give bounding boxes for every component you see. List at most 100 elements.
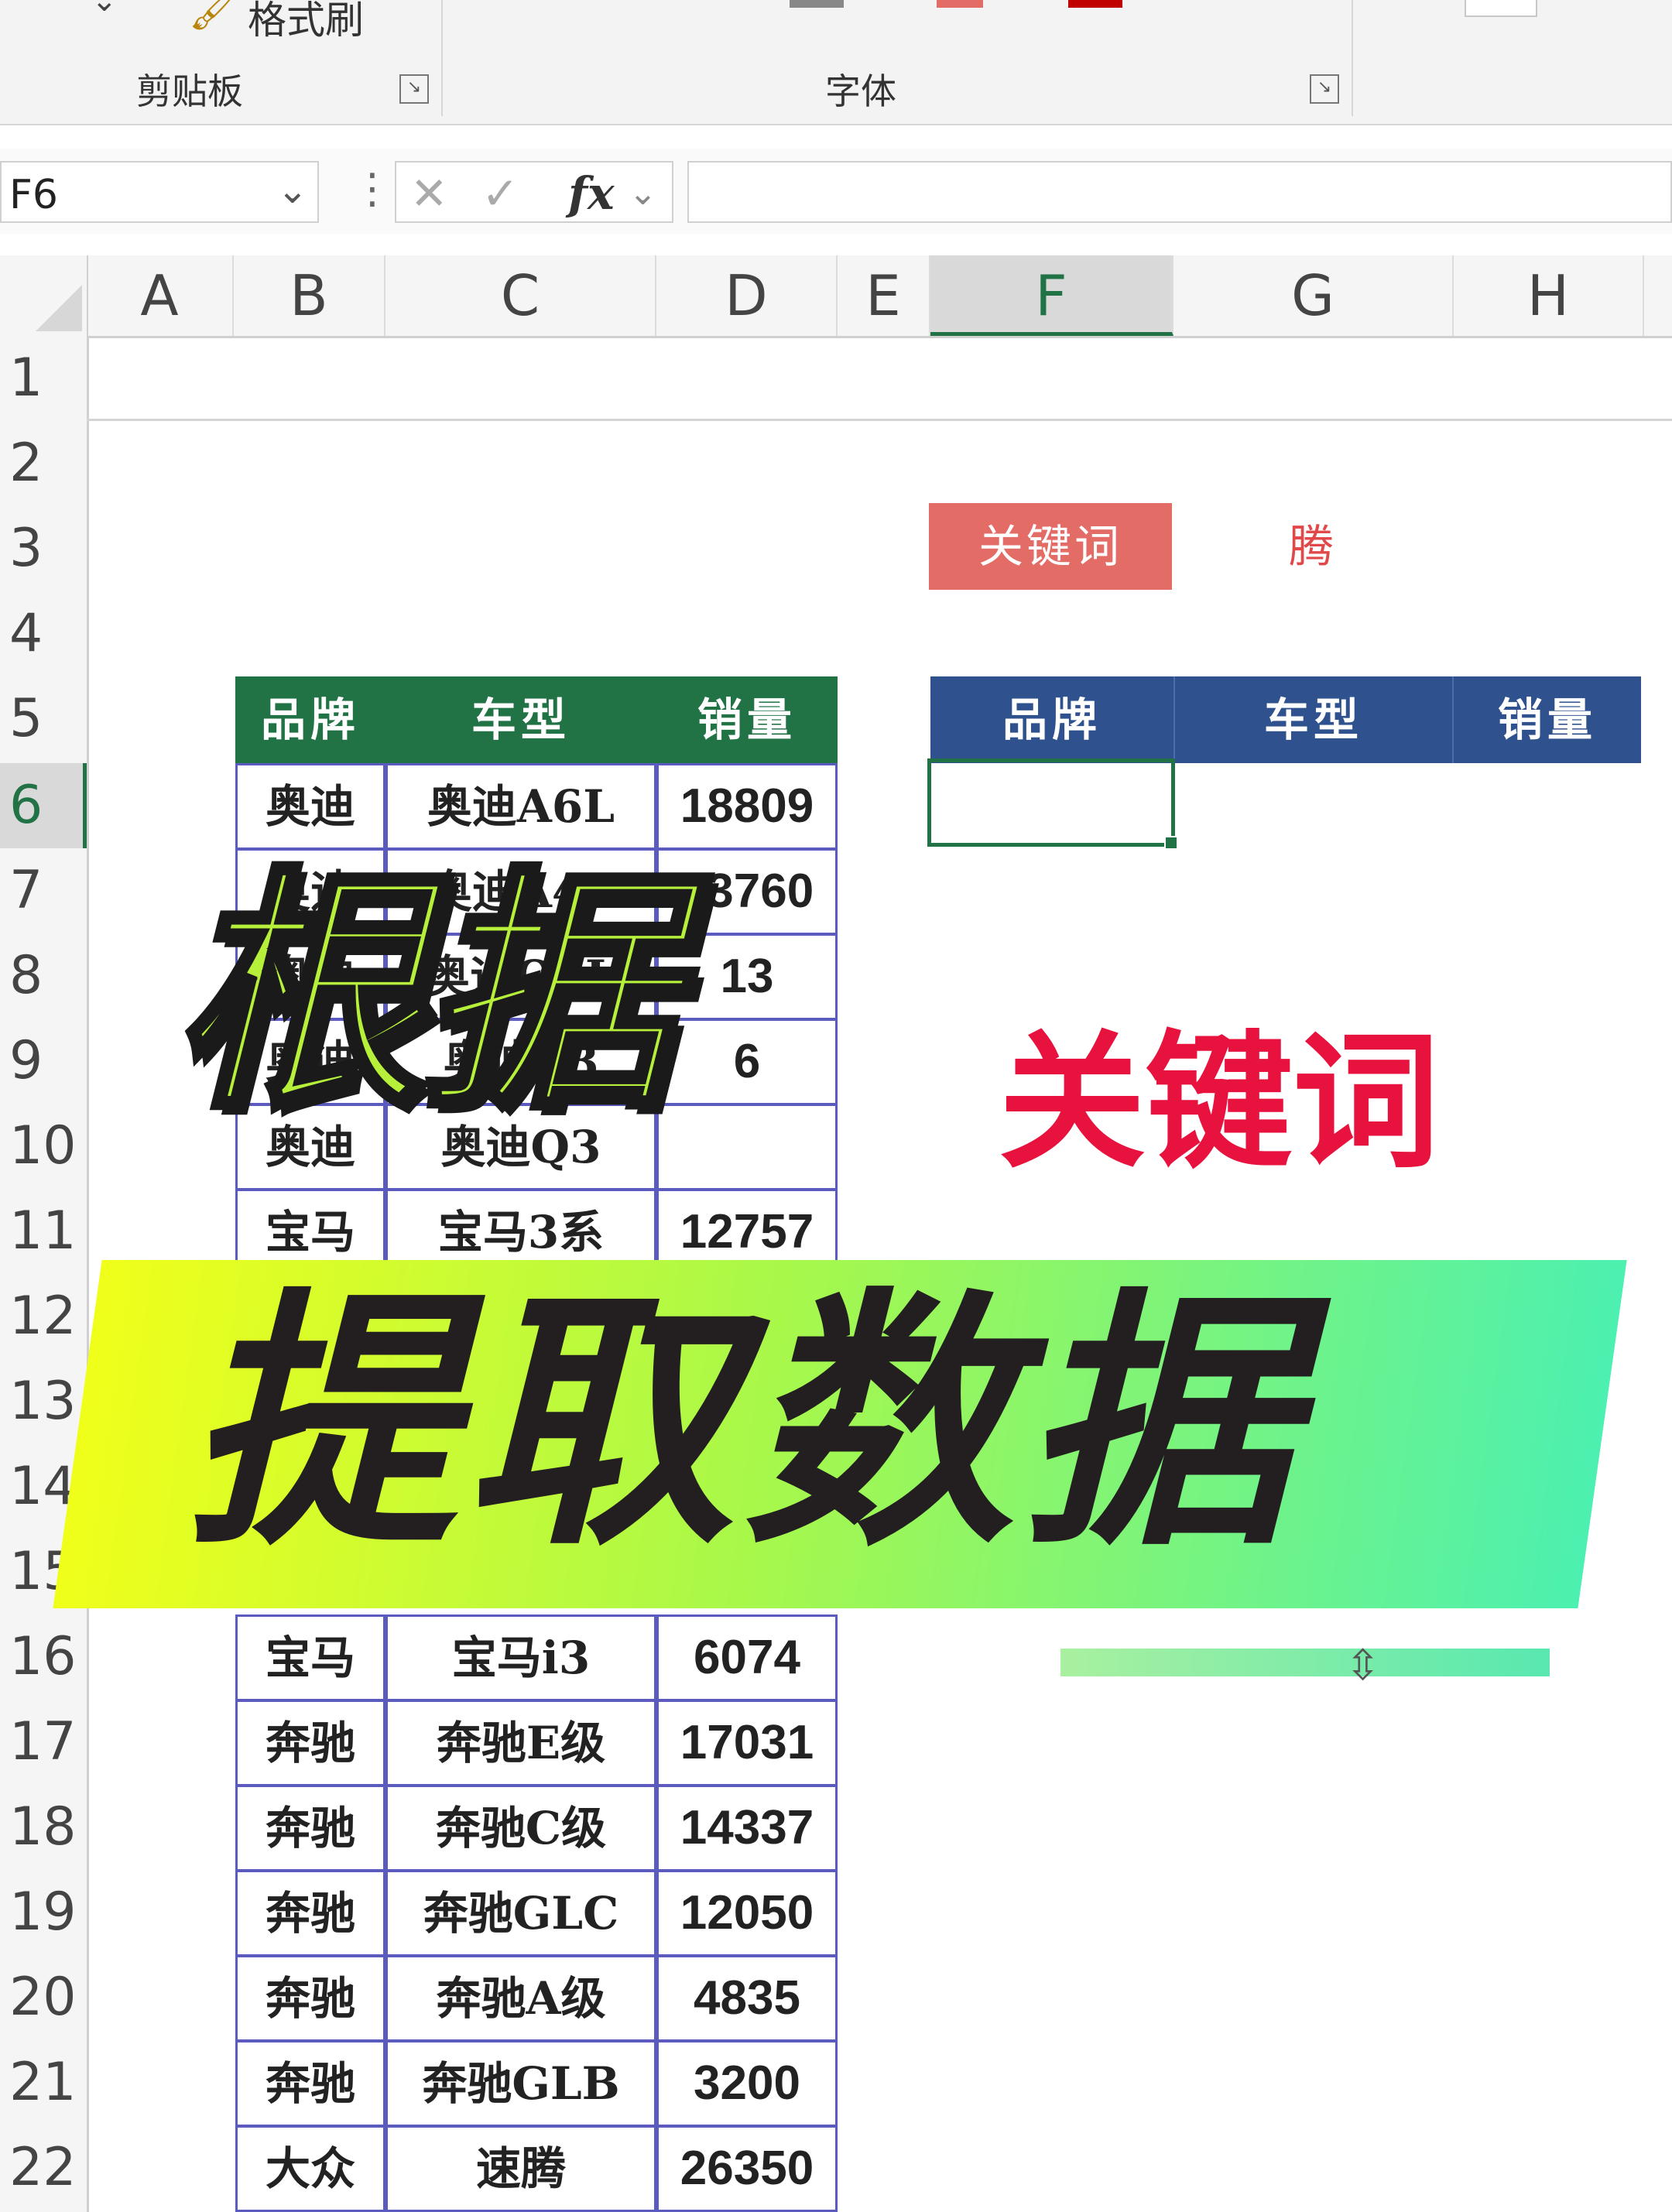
source-cell-sales[interactable]: 13 [656,933,838,1020]
source-cell-model[interactable]: 奔驰GLC [385,1870,656,1957]
source-cell-sales[interactable]: 26350 [656,2125,838,2212]
source-cell-brand[interactable]: 奔驰 [235,1785,385,1871]
clipboard-dialog-launcher-icon[interactable]: ↘ [399,74,429,104]
enter-icon[interactable]: ✓ [481,167,519,220]
format-painter-button[interactable]: 格式刷 [248,0,364,45]
row-header-11[interactable]: 11 [0,1189,87,1274]
source-cell-sales[interactable]: 13760 [656,848,838,935]
row-header-16[interactable]: 16 [0,1614,87,1700]
chevron-down-icon[interactable]: ⌄ [277,169,308,212]
formula-input[interactable] [687,161,1672,223]
ribbon-separator [441,0,443,116]
source-cell-model[interactable]: 速腾 [385,2125,656,2212]
row-1-border [87,419,1672,421]
row-header-20[interactable]: 20 [0,1955,87,2040]
source-header-brand[interactable]: 品牌 [235,676,385,763]
insert-function-button[interactable]: fx [568,167,615,220]
alignment-button[interactable] [1465,0,1537,17]
fill-handle[interactable] [1164,836,1178,850]
row-header-5[interactable]: 5 [0,676,87,762]
row-header-19[interactable]: 19 [0,1870,87,1955]
column-header-b[interactable]: B [234,255,385,336]
column-header-e[interactable]: E [838,255,930,336]
formula-buttons: ✕ ✓ fx ⌄ [395,161,673,223]
name-box[interactable]: F6 ⌄ [0,161,319,223]
font-color-swatch[interactable] [790,0,844,8]
cursor-icon: ⇳ [1345,1641,1381,1690]
source-cell-sales[interactable]: 4835 [656,1955,838,2042]
source-cell-brand[interactable]: 奔驰 [235,1870,385,1957]
row-header-1[interactable]: 1 [0,336,87,421]
result-header-sales[interactable]: 销量 [1452,676,1641,763]
source-cell-model[interactable]: 宝马i3 [385,1614,656,1701]
decorative-bar [1060,1649,1550,1676]
source-cell-sales[interactable]: 12050 [656,1870,838,1957]
source-cell-sales[interactable]: 14337 [656,1785,838,1871]
keyword-label[interactable]: 关键词 [929,503,1172,590]
row-header-4[interactable]: 4 [0,591,87,676]
font-dialog-launcher-icon[interactable]: ↘ [1310,74,1339,104]
row-header-2[interactable]: 2 [0,421,87,506]
row-header-8[interactable]: 8 [0,933,87,1019]
select-all-button[interactable] [0,255,88,336]
row-headers: 1 2 3 4 5 6 7 8 9 10 11 12 13 14 15 16 17 18 19 20 21 22 [0,336,89,2212]
ribbon-separator [1352,0,1353,116]
source-cell-brand[interactable]: 奔驰 [235,1700,385,1786]
keyword-value[interactable]: 腾 [1172,503,1451,590]
chevron-down-icon[interactable]: ⌄ [629,173,657,213]
column-header-h[interactable]: H [1454,255,1644,336]
source-header-sales[interactable]: 销量 [656,676,838,763]
title-extract-data: 提取数据 [186,1266,1300,1582]
row-header-3[interactable]: 3 [0,506,87,591]
source-cell-model[interactable]: 奥迪A6L [385,763,656,850]
source-cell-brand[interactable]: 奥迪 [235,763,385,850]
title-keyword: 关键词 [992,1017,1446,1188]
result-header-model[interactable]: 车型 [1173,676,1452,763]
row-header-6[interactable]: 6 [0,763,87,848]
fill-color-swatch[interactable] [937,0,983,8]
source-cell-brand[interactable]: 奔驰 [235,1955,385,2042]
formula-bar: F6 ⌄ ⋮ ✕ ✓ fx ⌄ [0,149,1672,234]
row-header-10[interactable]: 10 [0,1104,87,1189]
column-header-a[interactable]: A [87,255,234,336]
title-gen-ju: 根据 [169,846,678,1143]
column-header-c[interactable]: C [385,255,656,336]
result-header-brand[interactable]: 品牌 [930,676,1173,763]
text-color-swatch[interactable] [1068,0,1122,8]
row-header-17[interactable]: 17 [0,1700,87,1785]
source-cell-brand[interactable]: 宝马 [235,1614,385,1701]
row-header-21[interactable]: 21 [0,2040,87,2125]
source-cell-brand[interactable]: 大众 [235,2125,385,2212]
active-cell-f6[interactable] [927,758,1178,850]
column-headers: A B C D E F G H [0,255,1672,338]
source-header-model[interactable]: 车型 [385,676,656,763]
source-cell-sales[interactable]: 17031 [656,1700,838,1786]
source-cell-model[interactable]: 奔驰C级 [385,1785,656,1871]
cancel-icon[interactable]: ✕ [410,167,448,220]
chevron-down-icon[interactable]: ⌄ [91,0,118,19]
source-cell-model[interactable]: 奔驰GLB [385,2040,656,2127]
column-header-g[interactable]: G [1173,255,1454,336]
row-header-12[interactable]: 12 [0,1274,87,1359]
name-box-value: F6 [9,172,58,218]
source-cell-sales[interactable]: 3200 [656,2040,838,2127]
row-header-7[interactable]: 7 [0,848,87,933]
row-header-18[interactable]: 18 [0,1785,87,1870]
font-group-label: 字体 [825,70,896,112]
source-cell-sales[interactable]: 6074 [656,1614,838,1701]
source-cell-model[interactable]: 奔驰E级 [385,1700,656,1786]
clipboard-group-label: 剪贴板 [136,70,243,112]
source-cell-brand[interactable]: 奔驰 [235,2040,385,2127]
more-options-icon[interactable]: ⋮ [351,164,393,213]
format-painter-icon[interactable]: 🖌 [189,0,238,33]
source-cell-sales[interactable] [656,1104,838,1190]
column-header-f[interactable]: F [930,255,1173,336]
column-header-d[interactable]: D [656,255,838,336]
ribbon: ⌄ 🖌 格式刷 剪贴板 ↘ 字体 ↘ [0,0,1672,125]
source-cell-sales[interactable]: 18809 [656,763,838,850]
source-cell-model[interactable]: 奔驰A级 [385,1955,656,2042]
source-cell-sales[interactable]: 6 [656,1019,838,1105]
row-header-13[interactable]: 13 [0,1359,87,1444]
row-header-9[interactable]: 9 [0,1019,87,1104]
row-header-22[interactable]: 22 [0,2125,87,2210]
